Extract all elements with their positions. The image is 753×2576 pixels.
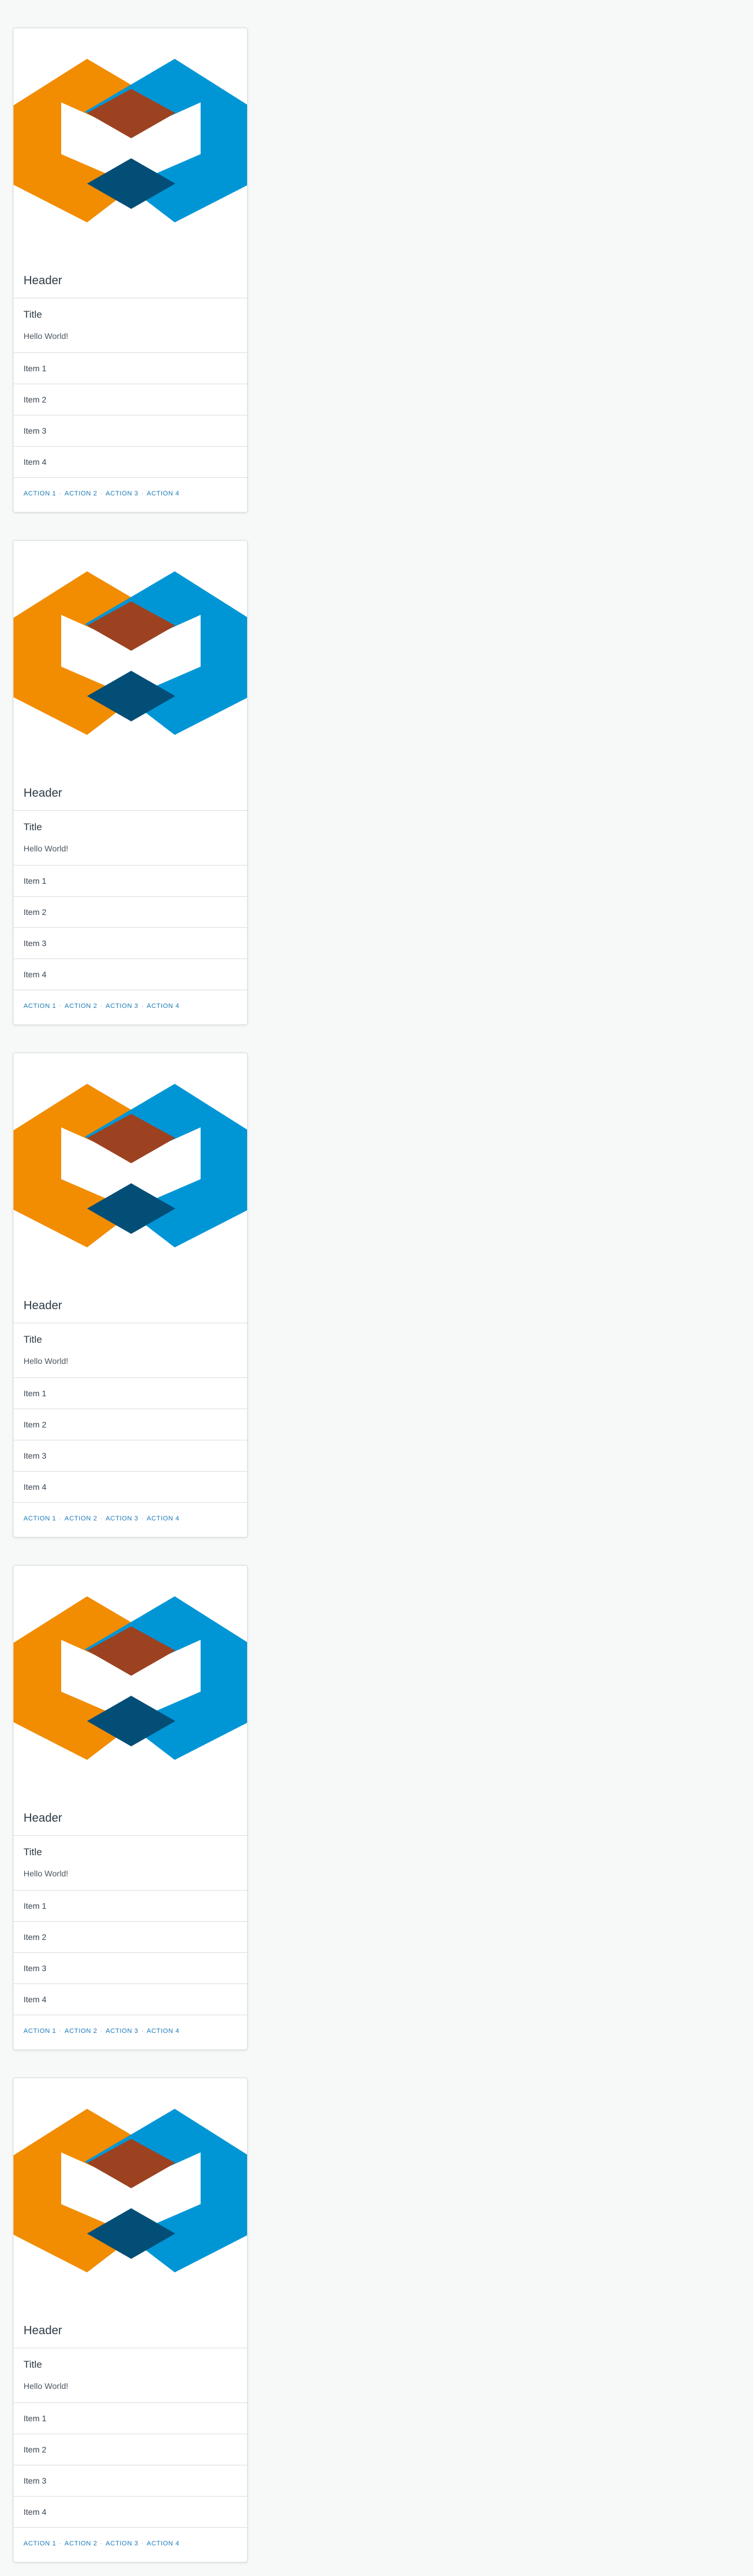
action-4-link[interactable]: Action 4 <box>146 1003 179 1010</box>
card-subtitle: Hello World! <box>24 844 68 853</box>
list-item-3[interactable]: Item 3 <box>14 2465 247 2497</box>
list-item-1[interactable]: Item 1 <box>14 866 247 897</box>
logo-image <box>14 59 247 222</box>
action-separator: · <box>59 1515 62 1522</box>
action-1-link[interactable]: Action 1 <box>24 490 56 497</box>
list-item-1[interactable]: Item 1 <box>14 353 247 384</box>
card-actions: Action 1 · Action 2 · Action 3 · Action … <box>14 1503 247 1534</box>
card-title: Title <box>24 2359 42 2370</box>
list-item-1[interactable]: Item 1 <box>14 2403 247 2434</box>
action-1-link[interactable]: Action 1 <box>24 1515 56 1522</box>
action-separator: · <box>141 490 144 497</box>
card-actions: Action 1 · Action 2 · Action 3 · Action … <box>14 478 247 509</box>
list-item-3[interactable]: Item 3 <box>14 1953 247 1984</box>
action-separator: · <box>100 2027 103 2035</box>
card: Header Title Hello World! Item 1 Item 2 … <box>13 28 248 512</box>
card-media <box>14 541 247 773</box>
action-2-link[interactable]: Action 2 <box>65 2540 98 2547</box>
list-item-1[interactable]: Item 1 <box>14 1378 247 1409</box>
action-1-link[interactable]: Action 1 <box>24 2028 56 2035</box>
action-separator: · <box>100 1515 103 1522</box>
list-item-1[interactable]: Item 1 <box>14 1891 247 1922</box>
card-media <box>14 1566 247 1798</box>
action-3-link[interactable]: Action 3 <box>106 1515 139 1522</box>
card-title: Title <box>24 1334 42 1345</box>
card-title: Title <box>24 821 42 833</box>
list-item-2[interactable]: Item 2 <box>14 1409 247 1440</box>
card-actions: Action 1 · Action 2 · Action 3 · Action … <box>14 2015 247 2046</box>
action-separator: · <box>100 490 103 497</box>
action-2-link[interactable]: Action 2 <box>65 490 98 497</box>
list-item-2[interactable]: Item 2 <box>14 384 247 415</box>
action-2-link[interactable]: Action 2 <box>65 1003 98 1010</box>
action-separator: · <box>141 2540 144 2547</box>
action-separator: · <box>59 2540 62 2547</box>
card-subtitle: Hello World! <box>24 1869 68 1878</box>
card-header: Header <box>14 261 247 298</box>
list-item-3[interactable]: Item 3 <box>14 1440 247 1472</box>
action-separator: · <box>141 1002 144 1010</box>
list-item-4[interactable]: Item 4 <box>14 1984 247 2015</box>
card: Header Title Hello World! Item 1 Item 2 … <box>13 1565 248 2050</box>
card-actions: Action 1 · Action 2 · Action 3 · Action … <box>14 2528 247 2559</box>
card-actions: Action 1 · Action 2 · Action 3 · Action … <box>14 990 247 1021</box>
action-separator: · <box>100 2540 103 2547</box>
list-item-2[interactable]: Item 2 <box>14 897 247 928</box>
action-2-link[interactable]: Action 2 <box>65 2028 98 2035</box>
action-4-link[interactable]: Action 4 <box>146 1515 179 1522</box>
logo-image <box>14 571 247 735</box>
action-2-link[interactable]: Action 2 <box>65 1515 98 1522</box>
action-1-link[interactable]: Action 1 <box>24 2540 56 2547</box>
action-3-link[interactable]: Action 3 <box>106 490 139 497</box>
card-title-block: Title Hello World! <box>14 811 247 866</box>
action-separator: · <box>59 1002 62 1010</box>
card-title-block: Title Hello World! <box>14 1323 247 1378</box>
logo-image <box>14 1084 247 1247</box>
card: Header Title Hello World! Item 1 Item 2 … <box>13 1053 248 1537</box>
card-header: Header <box>14 2311 247 2348</box>
logo-image <box>14 1596 247 1760</box>
card-title: Title <box>24 309 42 320</box>
action-3-link[interactable]: Action 3 <box>106 2028 139 2035</box>
card-subtitle: Hello World! <box>24 331 68 341</box>
list-item-3[interactable]: Item 3 <box>14 415 247 447</box>
action-separator: · <box>59 490 62 497</box>
logo-image <box>14 2109 247 2272</box>
card-media <box>14 2078 247 2311</box>
card-media <box>14 28 247 261</box>
card-title-block: Title Hello World! <box>14 2348 247 2403</box>
card-subtitle: Hello World! <box>24 1356 68 1366</box>
card-media <box>14 1053 247 1286</box>
list-item-4[interactable]: Item 4 <box>14 959 247 990</box>
card-header: Header <box>14 1286 247 1323</box>
card-subtitle: Hello World! <box>24 2381 68 2391</box>
list-item-2[interactable]: Item 2 <box>14 2434 247 2465</box>
action-4-link[interactable]: Action 4 <box>146 2540 179 2547</box>
card-title-block: Title Hello World! <box>14 298 247 353</box>
action-separator: · <box>141 2027 144 2035</box>
action-separator: · <box>141 1515 144 1522</box>
list-item-2[interactable]: Item 2 <box>14 1922 247 1953</box>
card-header: Header <box>14 1798 247 1836</box>
card-title-block: Title Hello World! <box>14 1836 247 1891</box>
card-header: Header <box>14 773 247 811</box>
action-3-link[interactable]: Action 3 <box>106 1003 139 1010</box>
card: Header Title Hello World! Item 1 Item 2 … <box>13 540 248 1025</box>
card-stack: Header Title Hello World! Item 1 Item 2 … <box>0 0 753 2576</box>
list-item-4[interactable]: Item 4 <box>14 447 247 478</box>
action-separator: · <box>59 2027 62 2035</box>
card-title: Title <box>24 1846 42 1858</box>
action-4-link[interactable]: Action 4 <box>146 490 179 497</box>
card: Header Title Hello World! Item 1 Item 2 … <box>13 2078 248 2562</box>
action-separator: · <box>100 1002 103 1010</box>
list-item-4[interactable]: Item 4 <box>14 1472 247 1503</box>
action-1-link[interactable]: Action 1 <box>24 1003 56 1010</box>
list-item-3[interactable]: Item 3 <box>14 928 247 959</box>
action-3-link[interactable]: Action 3 <box>106 2540 139 2547</box>
list-item-4[interactable]: Item 4 <box>14 2497 247 2528</box>
action-4-link[interactable]: Action 4 <box>146 2028 179 2035</box>
